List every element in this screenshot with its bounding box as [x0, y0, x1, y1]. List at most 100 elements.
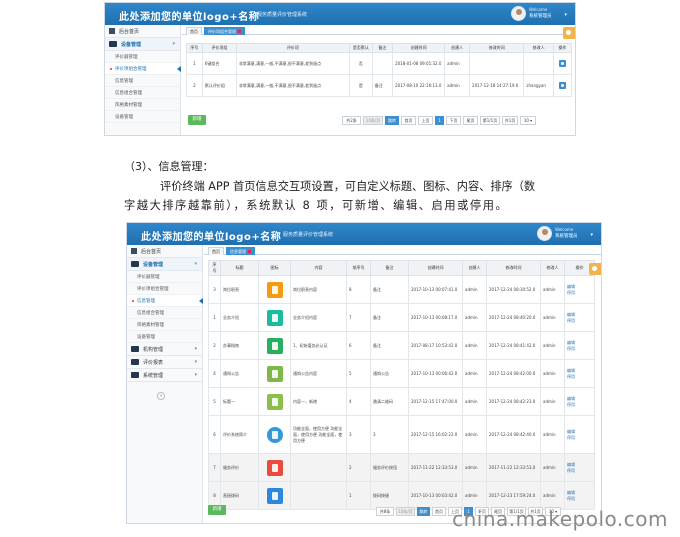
sidebar-item-evaluator[interactable]: 评价器管理	[105, 51, 180, 63]
pager-current[interactable]: 1	[435, 116, 444, 125]
table-row[interactable]: 3 岗位职责 岗位职责内容 8 备注 2017-10-13 00:07:41.0 admin…	[208, 275, 595, 304]
sidebar-item-evaluator[interactable]: 评价器管理	[127, 271, 202, 283]
sidebar-item-label: 后台首页	[119, 29, 140, 35]
sidebar-group-system[interactable]: 系统管理 ▾	[127, 369, 202, 382]
sidebar-group-device[interactable]: 设备管理 ▾	[127, 258, 202, 271]
table-row[interactable]: 1 6键组合 非常满意,满意,一般,不满意,很不满意,差到极点否 2018-01-08…	[186, 52, 573, 75]
sidebar-item-style[interactable]: 风格素材管理	[105, 99, 180, 111]
pager-per-page-input[interactable]: 10条/页	[363, 116, 383, 125]
info-icon	[266, 365, 283, 382]
info-icon	[266, 393, 283, 410]
close-icon[interactable]	[238, 30, 241, 33]
table-cell: 默认评价组	[201, 74, 237, 97]
pager-size-select[interactable]: 10 ▾	[520, 116, 536, 125]
unit-logo-title: 此处添加您的单位logo+名称	[119, 12, 260, 23]
disable-link[interactable]: 停用	[567, 402, 592, 408]
add-button[interactable]: 新增	[208, 505, 226, 515]
sidebar-item-device[interactable]: 设备管理	[127, 331, 202, 343]
disable-link[interactable]: 停用	[567, 468, 592, 474]
sidebar-item-info-group[interactable]: 信息组合管理	[127, 307, 202, 319]
column-header: 评价项	[235, 43, 351, 53]
pager-next[interactable]: 下页	[446, 116, 461, 125]
table-row[interactable]: 2 默认评价组 非常满意,满意,一般,不满意,很不满意,差到极点是备注 2017-08…	[186, 74, 573, 97]
table-row[interactable]: 2 办事指南 1、初始值务必认证 6 备注 2017-08-17 10:53:42.0 ad…	[208, 331, 595, 360]
pager-prev[interactable]: 上页	[418, 116, 433, 125]
table-row[interactable]: 7 服务评价 2 服务评价按钮 2017-11-22 12:33:53.0 admin 20…	[208, 453, 595, 482]
table-cell: 备注	[370, 275, 409, 304]
table-row[interactable]: 5 标题一 内容一，新增 4 邀请二维码 2017-12-15 17:47:00.0 adm…	[208, 387, 595, 416]
monitor-icon	[109, 41, 117, 47]
disable-link[interactable]: 停用	[567, 496, 592, 502]
pager-first[interactable]: 首页	[432, 507, 446, 516]
pager-go-button[interactable]: 跳转	[385, 116, 399, 125]
table-row[interactable]: 6 评价系统简介 功能全面，使用方便 功能全面，使用方便 功能全面，使用方便 3 3 20…	[208, 415, 595, 454]
sidebar-item-label: 评价报表	[143, 360, 164, 366]
pager-per-page-input[interactable]: 10条/页	[396, 507, 415, 516]
monitor-icon	[131, 359, 139, 365]
table-row[interactable]: 8 直接拨码 1 拨码按键 2017-10-13 00:03:42.0 admin 2017…	[208, 481, 595, 510]
sidebar-item-home[interactable]: 后台首页	[105, 25, 180, 38]
table-row[interactable]: 1 业务介绍 业务介绍内容 7 备注 2017-10-13 00:08:17.0 admin…	[208, 303, 595, 332]
close-icon[interactable]	[248, 250, 251, 253]
table-cell: admin	[540, 275, 565, 304]
table-cell: admin	[540, 331, 565, 360]
gear-icon[interactable]	[558, 81, 566, 89]
table-cell: 1、初始值务必认证	[290, 331, 347, 360]
tab-home[interactable]: 首页	[186, 27, 202, 35]
disable-link[interactable]: 停用	[567, 318, 592, 324]
user-menu[interactable]: Welcome 系统管理员 ▾	[511, 6, 567, 22]
info-icon	[266, 309, 283, 326]
sidebar-item-home[interactable]: 后台首页	[127, 245, 202, 258]
column-header: 修改人	[523, 43, 554, 53]
pager-first[interactable]: 首页	[401, 116, 416, 125]
chevron-down-icon: ▾	[194, 346, 197, 352]
settings-float-icon[interactable]	[589, 263, 601, 275]
sidebar-item-style[interactable]: 风格素材管理	[127, 319, 202, 331]
column-header: 排序号	[346, 260, 371, 276]
table-cell: 岗位职责内容	[290, 275, 347, 304]
tab-eval-group[interactable]: 评价项组合管理	[204, 27, 245, 35]
sidebar-collapse-icon[interactable]: «	[157, 392, 165, 400]
table-cell: admin	[462, 275, 487, 304]
table-cell[interactable]	[552, 52, 573, 75]
sidebar-item-eval-group[interactable]: 评价项组合管理	[127, 283, 202, 295]
table-row[interactable]: 4 通知公告 通知公告内容 5 通知公告 2017-10-13 00:06:42.0 adm…	[208, 359, 595, 388]
sidebar-item-device[interactable]: 设备管理	[105, 111, 180, 123]
disable-link[interactable]: 停用	[567, 374, 592, 380]
tab-info[interactable]: 信息管理	[226, 247, 255, 255]
add-button[interactable]: 新增	[188, 115, 206, 125]
sidebar-item-info[interactable]: 信息管理	[127, 295, 203, 307]
pager-page-of: 第1/1页	[480, 116, 500, 125]
table-cell: 1	[208, 303, 221, 332]
sidebar-group-report[interactable]: 评价报表 ▾	[127, 356, 202, 369]
sidebar-item-eval-group[interactable]: 评价项组合管理	[105, 63, 181, 75]
settings-float-icon[interactable]	[563, 27, 575, 39]
sidebar-group-org[interactable]: 机构管理 ▾	[127, 343, 202, 356]
user-menu[interactable]: Welcome 系统管理员 ▾	[537, 226, 593, 242]
table-cell: 6	[346, 331, 371, 360]
column-header: 备注	[371, 43, 394, 53]
gear-icon[interactable]	[558, 59, 566, 67]
pager-last[interactable]: 尾页	[463, 116, 478, 125]
disable-link[interactable]: 停用	[567, 290, 592, 296]
table-cell: 备注	[371, 74, 394, 97]
unit-logo-title: 此处添加您的单位logo+名称	[141, 232, 282, 243]
table-cell: 2	[208, 331, 221, 360]
table-cell: 2018-01-08 09:01:32.0	[392, 52, 446, 75]
disable-link[interactable]: 停用	[567, 346, 592, 352]
table-cell: 2017-12-15 17:47:00.0	[408, 387, 463, 416]
table-cell: 1	[186, 52, 203, 75]
tab-home[interactable]: 首页	[208, 247, 224, 255]
table-cell: 2017-12-15 16:02:22.0	[408, 415, 463, 454]
disable-link[interactable]: 停用	[567, 435, 592, 441]
pager-go-button[interactable]: 跳转	[417, 507, 430, 516]
sidebar-item-info[interactable]: 信息管理	[105, 75, 180, 87]
table-cell: 4	[208, 359, 221, 388]
column-header: 是否默认	[349, 43, 373, 53]
table-cell: admin	[540, 453, 565, 482]
table-cell: 3	[208, 275, 221, 304]
sidebar-item-info-group[interactable]: 信息组合管理	[105, 87, 180, 99]
sidebar-group-device[interactable]: 设备管理 ▾	[105, 38, 180, 51]
table-cell[interactable]	[552, 74, 573, 97]
table-cell: 通知公告内容	[290, 359, 347, 388]
